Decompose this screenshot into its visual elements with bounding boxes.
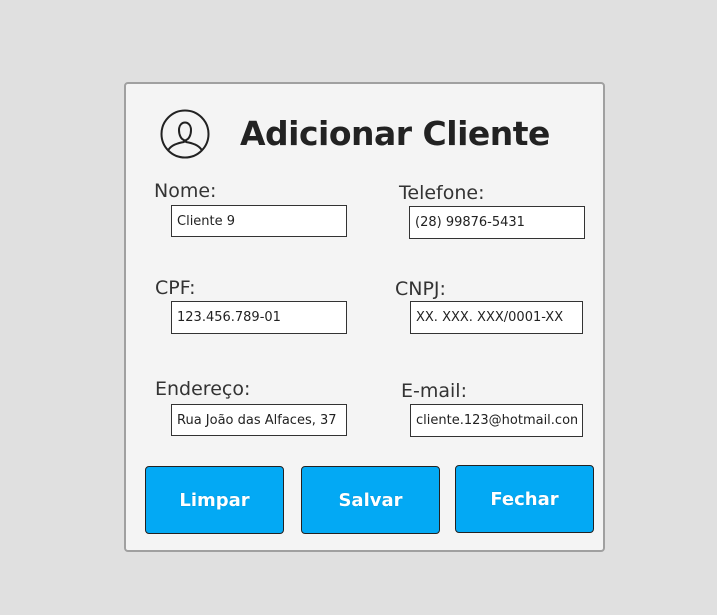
nome-label: Nome:: [154, 180, 217, 202]
cpf-field[interactable]: [171, 301, 347, 334]
cpf-label: CPF:: [155, 277, 196, 299]
nome-field[interactable]: [171, 205, 347, 237]
save-button[interactable]: Salvar: [301, 466, 440, 534]
clear-button[interactable]: Limpar: [145, 466, 284, 534]
endereco-field[interactable]: [171, 404, 347, 436]
cnpj-field[interactable]: [410, 301, 583, 334]
email-field[interactable]: [410, 404, 583, 437]
close-button[interactable]: Fechar: [455, 465, 594, 533]
user-icon: [160, 109, 210, 159]
cnpj-label: CNPJ:: [395, 278, 446, 300]
telefone-label: Telefone:: [399, 182, 485, 204]
add-client-dialog: Adicionar Cliente Nome: Telefone: CPF: C…: [124, 82, 605, 552]
telefone-field[interactable]: [409, 206, 585, 239]
email-label: E-mail:: [401, 380, 467, 402]
page-title: Adicionar Cliente: [240, 114, 550, 153]
endereco-label: Endereço:: [155, 378, 251, 400]
